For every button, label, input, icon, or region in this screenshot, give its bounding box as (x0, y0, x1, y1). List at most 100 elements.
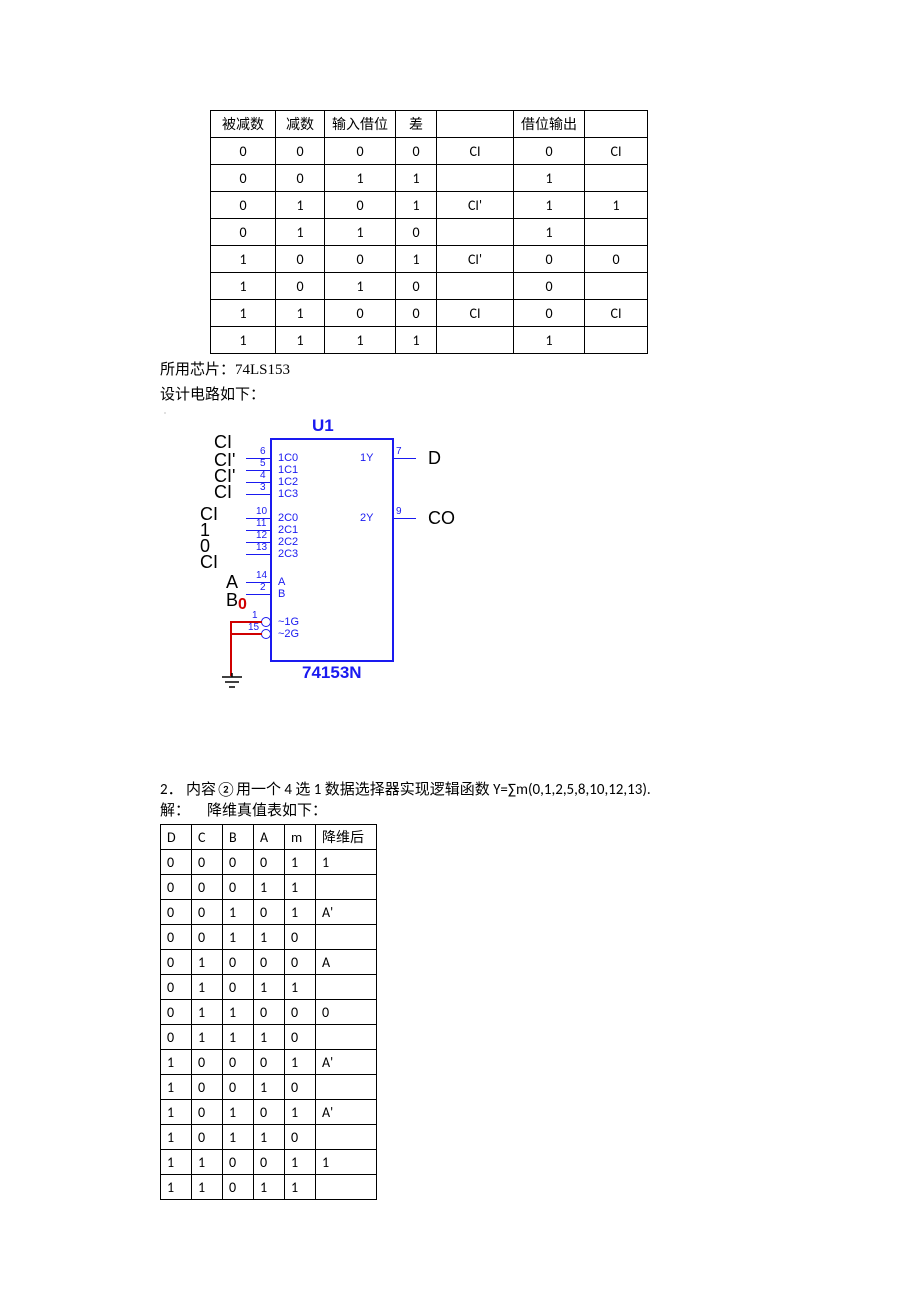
td: 0 (285, 1000, 316, 1025)
th: C (192, 825, 223, 850)
td: 0 (514, 246, 585, 273)
td (316, 1025, 377, 1050)
pin-stub (392, 518, 416, 519)
td: 0 (276, 138, 325, 165)
td: 1 (276, 192, 325, 219)
pin-stub (246, 554, 270, 555)
td: 0 (223, 1150, 254, 1175)
component-refdes: U1 (310, 416, 336, 436)
pin-number: 6 (260, 446, 266, 457)
td: CI' (437, 192, 514, 219)
td: 1 (223, 1000, 254, 1025)
th: D (161, 825, 192, 850)
answer-prefix: 解： (160, 802, 190, 820)
td (316, 925, 377, 950)
td: 1 (192, 1000, 223, 1025)
design-text: 设计电路如下： (160, 383, 800, 404)
td: 1 (223, 925, 254, 950)
td (437, 273, 514, 300)
td: 1 (276, 300, 325, 327)
table-row: 10101A' (161, 1100, 377, 1125)
answer-line: 解： 降维真值表如下： (160, 799, 800, 820)
td: A' (316, 1050, 377, 1075)
pin-stub (246, 582, 270, 583)
pin-number: 3 (260, 482, 266, 493)
pin-label: 2Y (360, 512, 373, 524)
pin-number: 4 (260, 470, 266, 481)
td: 0 (223, 875, 254, 900)
td: 1 (325, 273, 396, 300)
td: 0 (514, 138, 585, 165)
pin-label: A (278, 576, 285, 588)
th: A (254, 825, 285, 850)
td: 0 (223, 1075, 254, 1100)
th: B (223, 825, 254, 850)
pin-label: 2C3 (278, 548, 298, 560)
th (585, 111, 648, 138)
table-row: D C B A m 降维后 (161, 825, 377, 850)
td: 0 (254, 1050, 285, 1075)
net-label: D (428, 448, 441, 469)
td: 1 (254, 925, 285, 950)
td: 1 (276, 327, 325, 354)
td: 1 (514, 165, 585, 192)
chip-used-text: 所用芯片：74LS153 (160, 358, 800, 379)
td: 1 (285, 875, 316, 900)
wire (230, 621, 262, 623)
td: 1 (161, 1125, 192, 1150)
td: CI (437, 138, 514, 165)
td: 0 (285, 1125, 316, 1150)
table-row: 000011 (161, 850, 377, 875)
td: CI' (437, 246, 514, 273)
pin-number: 11 (256, 518, 266, 529)
td: 1 (325, 327, 396, 354)
pin-number: 9 (396, 506, 402, 517)
td: 0 (514, 273, 585, 300)
td: 1 (254, 875, 285, 900)
pin-stub (246, 594, 270, 595)
td: 0 (161, 975, 192, 1000)
truth-table-1: 被减数 减数 输入借位 差 借位输出 0000CI0CI 00111 0101C… (210, 110, 648, 354)
td: 0 (192, 925, 223, 950)
td: 0 (325, 192, 396, 219)
truth-table-2: D C B A m 降维后 000011 00011 00101A' 00110… (160, 824, 377, 1200)
pin-number: 14 (256, 570, 267, 581)
td: CI (585, 300, 648, 327)
logic-zero-label: 0 (238, 596, 247, 614)
table-row: 被减数 减数 输入借位 差 借位输出 (211, 111, 648, 138)
wire (230, 621, 232, 676)
td: 1 (161, 1150, 192, 1175)
td: 0 (585, 246, 648, 273)
td: 1 (211, 300, 276, 327)
answer-text: 降维真值表如下： (207, 802, 327, 820)
td: 0 (285, 925, 316, 950)
question-line: 2． 内容②用一个 4 选 1 数据选择器实现逻辑函数 Y=∑m(0,1,2,5… (160, 778, 800, 799)
td: 1 (276, 219, 325, 246)
question-number: 2． (160, 781, 183, 799)
td: 1 (396, 192, 437, 219)
td (437, 327, 514, 354)
net-label: CI (200, 552, 218, 573)
td: 0 (285, 1025, 316, 1050)
td: 1 (192, 1150, 223, 1175)
pin-label: ~2G (278, 628, 299, 640)
td: 1 (192, 1025, 223, 1050)
td: A (316, 950, 377, 975)
td: 1 (325, 165, 396, 192)
td (437, 165, 514, 192)
wire (230, 633, 262, 635)
pin-label: 1C1 (278, 464, 298, 476)
table-row: 11011 (161, 1175, 377, 1200)
table-row: 10001A' (161, 1050, 377, 1075)
table-row: 0000CI0CI (211, 138, 648, 165)
question-text: 内容②用一个 4 选 1 数据选择器实现逻辑函数 Y=∑m(0,1,2,5,8,… (186, 781, 651, 799)
td: CI (437, 300, 514, 327)
pin-label: ~1G (278, 616, 299, 628)
td (585, 165, 648, 192)
td (585, 273, 648, 300)
td: 1 (316, 1150, 377, 1175)
pin-stub (246, 482, 270, 483)
td: 1 (223, 1025, 254, 1050)
td: 1 (254, 1075, 285, 1100)
td (437, 219, 514, 246)
